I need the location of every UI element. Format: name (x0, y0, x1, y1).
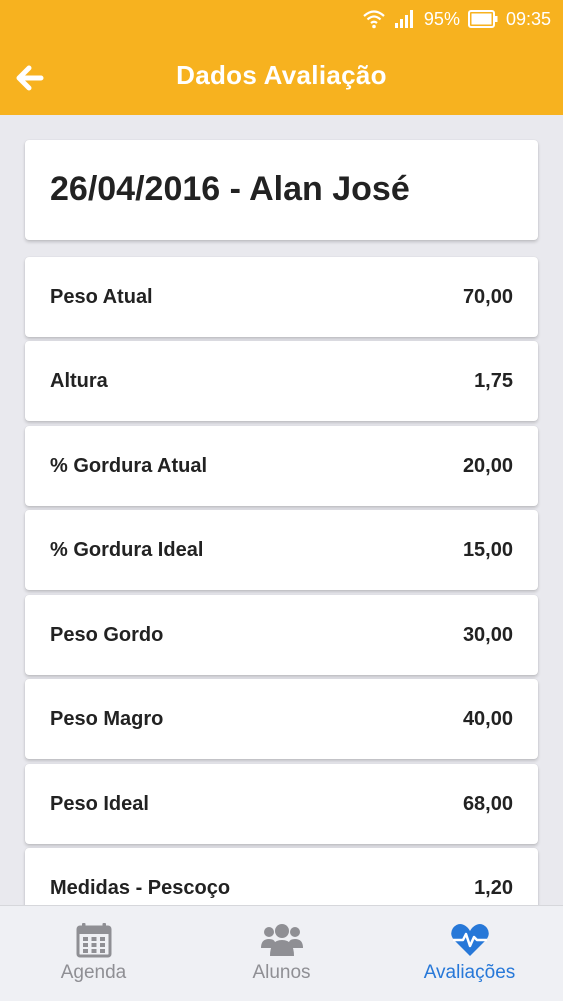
row-value: 15,00 (462, 539, 513, 561)
row-label: Peso Ideal (50, 793, 149, 815)
tab-label: Alunos (252, 962, 311, 983)
status-bar: 95% 09:35 (362, 8, 551, 30)
row-label: % Gordura Atual (50, 455, 208, 477)
tab-avaliacoes[interactable]: Avaliações (376, 906, 563, 1001)
list-item: % Gordura Ideal 15,00 (25, 510, 538, 590)
evaluation-list[interactable]: 26/04/2016 - Alan José Peso Atual 70,00 … (0, 115, 563, 905)
tab-alunos[interactable]: Alunos (188, 906, 375, 1001)
row-label: Medidas - Pescoço (50, 877, 231, 899)
list-item: Peso Gordo 30,00 (25, 595, 538, 675)
list-item: % Gordura Atual 20,00 (25, 426, 538, 506)
list-item: Medidas - Pescoço 1,20 (25, 848, 538, 905)
battery-percent: 95% (423, 8, 460, 29)
row-label: Peso Atual (50, 286, 153, 308)
row-label: % Gordura Ideal (50, 539, 204, 561)
clock-time: 09:35 (505, 8, 551, 29)
row-value: 70,00 (462, 286, 513, 308)
row-label: Peso Magro (50, 708, 164, 730)
list-item: Peso Atual 70,00 (25, 257, 538, 337)
wifi-icon (362, 8, 386, 30)
page-title: Dados Avaliação (176, 60, 387, 90)
list-item: Peso Ideal 68,00 (25, 764, 538, 844)
list-item: Altura 1,75 (25, 341, 538, 421)
row-value: 68,00 (462, 793, 513, 815)
list-item: Peso Magro 40,00 (25, 679, 538, 759)
evaluation-date-name: 26/04/2016 - Alan José (50, 170, 410, 208)
row-value: 40,00 (462, 708, 513, 730)
tab-label: Avaliações (423, 962, 516, 983)
tab-agenda[interactable]: Agenda (0, 906, 187, 1001)
calendar-icon (76, 920, 112, 960)
row-value: 1,75 (474, 370, 513, 392)
app-header: 95% 09:35 Dados Avaliação (0, 0, 563, 115)
battery-icon (467, 10, 498, 28)
heart-pulse-icon (450, 920, 490, 960)
row-label: Altura (50, 370, 108, 392)
signal-icon (394, 9, 416, 29)
row-value: 20,00 (462, 455, 513, 477)
row-label: Peso Gordo (50, 624, 164, 646)
evaluation-date-card: 26/04/2016 - Alan José (25, 140, 538, 240)
bottom-tab-bar: Agenda Alunos Avaliações (0, 905, 563, 1001)
tab-label: Agenda (60, 962, 127, 983)
users-icon (260, 920, 303, 960)
row-value: 30,00 (462, 624, 513, 646)
row-value: 1,20 (474, 877, 513, 899)
